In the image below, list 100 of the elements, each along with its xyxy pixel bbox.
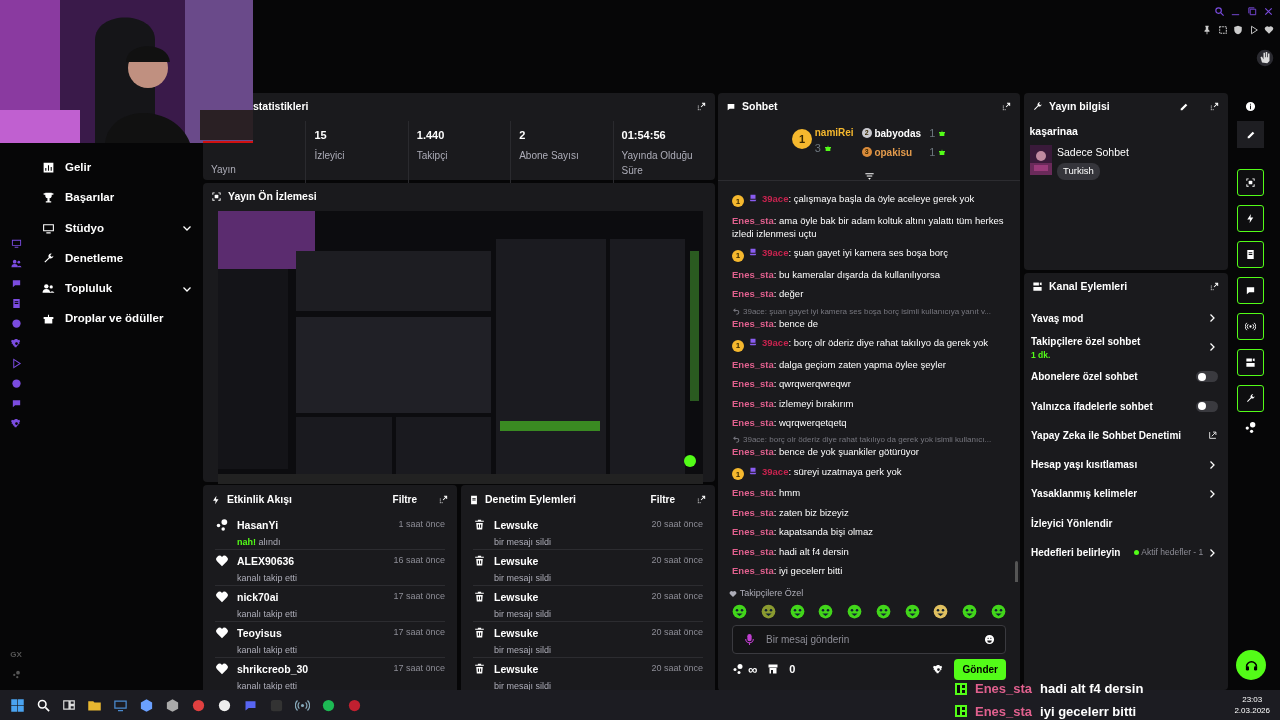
sidebar-item[interactable]: Droplar ve ödüller [32, 307, 203, 331]
popout-icon[interactable] [438, 494, 449, 505]
emote-icon[interactable] [818, 603, 834, 619]
rail-button[interactable] [1237, 385, 1264, 412]
scrollbar[interactable] [1015, 560, 1018, 582]
user-name: Lewsuke [494, 662, 540, 677]
emote-icon[interactable] [847, 603, 863, 619]
people-icon[interactable] [10, 258, 22, 269]
event-time: 17 saat önce [393, 590, 445, 603]
info-icon[interactable] [1245, 101, 1256, 112]
emote-icon[interactable] [760, 603, 776, 619]
emote-icon[interactable] [789, 603, 805, 619]
close-icon[interactable] [1263, 6, 1274, 17]
popout-icon[interactable] [1001, 101, 1012, 113]
rank-badge: 1 [732, 249, 744, 262]
snapshot-icon[interactable] [1217, 25, 1228, 35]
action-row[interactable]: Yapay Zeka ile Sohbet Denetimi [1024, 420, 1228, 450]
emote-icon[interactable] [904, 603, 920, 619]
reply-icon [732, 306, 740, 315]
gift-icon [42, 312, 55, 326]
tag[interactable]: Turkish [1057, 163, 1100, 180]
wrench-icon [42, 251, 55, 265]
sidebar-item[interactable]: Gelir [32, 156, 203, 180]
action-row[interactable]: İzleyici Yönlendir [1024, 508, 1228, 538]
emote-icon[interactable] [732, 603, 747, 619]
broadcast-icon[interactable] [295, 697, 310, 713]
gift-icon [938, 148, 946, 157]
restore-icon[interactable] [1246, 6, 1258, 17]
circle-icon[interactable] [10, 378, 22, 389]
filter-button[interactable]: Filtre [391, 491, 418, 508]
play-icon[interactable] [1248, 25, 1259, 35]
points-icon [732, 663, 744, 676]
chat-message: Enes_sta: iyi gecelerr bitti [732, 563, 844, 578]
rail-button[interactable] [1237, 169, 1264, 196]
chat-icon[interactable] [10, 278, 22, 289]
windows-icon[interactable] [10, 697, 25, 713]
rail-button[interactable] [1237, 205, 1264, 232]
badge-icon [748, 247, 758, 258]
emote-icon[interactable] [933, 603, 949, 619]
support-button[interactable] [1236, 650, 1266, 680]
event-text: bir mesajı sildi [494, 535, 551, 549]
pin-icon[interactable] [1202, 25, 1212, 35]
rail-button[interactable] [1237, 349, 1264, 376]
settings-icon[interactable] [933, 663, 945, 675]
heart-icon[interactable] [1264, 25, 1274, 35]
sidebar-item[interactable]: Başarılar [32, 186, 203, 210]
channel-name: kaşarinaa [1029, 123, 1079, 139]
emote-icon[interactable] [962, 603, 978, 619]
action-label: Hesap yaşı kısıtlaması [1031, 458, 1138, 473]
popout-icon[interactable] [1209, 281, 1220, 293]
filter-button[interactable]: Filtre [649, 491, 676, 508]
rail-button[interactable] [1237, 313, 1264, 340]
app-icon[interactable] [217, 697, 232, 713]
action-row[interactable]: Abonelere özel sohbet [1024, 362, 1228, 392]
document-icon[interactable] [10, 298, 22, 309]
chat-message: 1 39ace: şuan gayet iyi kamera ses boşa borç [732, 243, 1008, 265]
browser-icon[interactable] [347, 697, 362, 713]
sidebar-item[interactable]: Denetleme [32, 246, 203, 270]
chat-message: 1 39ace: çalışmaya başla da öyle aceleye gerek yok [732, 188, 1008, 211]
shield-icon[interactable] [1233, 25, 1243, 35]
action-row[interactable]: Yalnızca ifadelerle sohbet [1024, 391, 1228, 421]
circle-icon[interactable] [10, 318, 22, 329]
rail-button[interactable] [1237, 277, 1264, 304]
popout-icon[interactable] [1209, 101, 1220, 113]
sidebar-item[interactable]: Topluluk [32, 277, 203, 301]
toggle-switch[interactable] [1196, 400, 1218, 412]
edit-button[interactable] [1237, 121, 1264, 148]
action-row[interactable]: Yasaklanmış kelimeler [1024, 479, 1228, 509]
filter-icon[interactable] [863, 170, 875, 182]
emote-icon[interactable] [990, 603, 1006, 619]
more-icon[interactable] [11, 670, 21, 679]
event-text: bir mesajı sildi [494, 607, 551, 621]
points-icon[interactable] [1244, 421, 1257, 434]
app-icon[interactable] [139, 697, 154, 713]
chat-message: Enes_sta: bu kameralar dışarda da kullanılıyorsa [732, 268, 942, 283]
toggle-switch[interactable] [1196, 371, 1218, 383]
sidebar-item[interactable]: Stüdyo [32, 216, 203, 240]
message-input[interactable]: Bir mesaj gönderin [764, 630, 976, 648]
mic-icon[interactable] [743, 632, 756, 646]
chat-icon[interactable] [10, 398, 22, 409]
send-button[interactable]: Gönder [954, 658, 1006, 680]
event-text: kanalı takip etti [237, 679, 299, 693]
search-icon[interactable] [36, 697, 51, 713]
action-label: Yapay Zeka ile Sohbet Denetimi [1031, 428, 1182, 443]
hand-icon[interactable] [1256, 49, 1274, 67]
task-view-icon[interactable] [62, 698, 76, 712]
action-row[interactable]: Yavaş mod [1024, 303, 1228, 333]
app-icon[interactable] [165, 697, 180, 713]
popout-icon[interactable] [696, 101, 707, 113]
studio-icon[interactable] [10, 238, 22, 249]
emote-icon[interactable] [875, 603, 891, 619]
music-icon[interactable] [321, 697, 336, 713]
edit-icon[interactable] [1179, 101, 1189, 112]
emoji-icon[interactable] [984, 633, 995, 645]
popout-icon[interactable] [696, 494, 707, 505]
action-row[interactable]: Hedefleri belirleyin Aktif hedefler - 1 [1024, 537, 1228, 568]
action-row[interactable]: Takipçilere özel sohbet 1 dk. [1024, 332, 1228, 363]
rail-button[interactable] [1237, 241, 1264, 268]
action-row[interactable]: Hesap yaşı kısıtlaması [1024, 450, 1228, 480]
message-field[interactable]: Bir mesaj gönderin [732, 624, 1006, 654]
